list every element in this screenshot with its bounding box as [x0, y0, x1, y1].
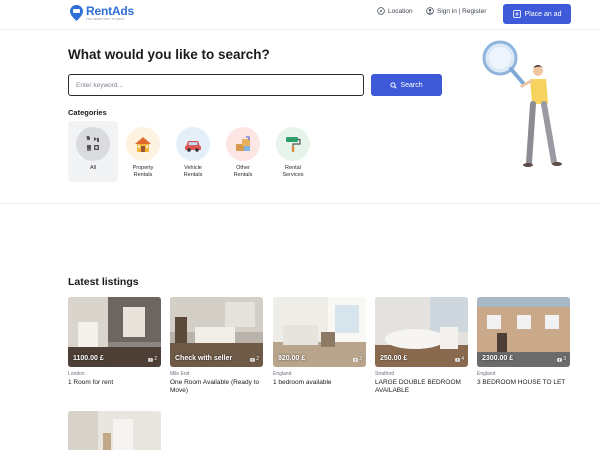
listing-location: Stratford: [375, 371, 395, 377]
listing-card[interactable]: [68, 411, 161, 450]
listing-photo[interactable]: Check with seller 2: [170, 297, 263, 367]
photo-count: 3: [557, 356, 566, 362]
listing-title[interactable]: One Room Available (Ready to Move): [170, 379, 263, 396]
listing-card[interactable]: Check with seller 2 Mile End One Room Av…: [170, 297, 263, 396]
listing-title[interactable]: 3 BEDROOM HOUSE TO LET: [477, 379, 570, 387]
listing-price: 250.00 £: [380, 355, 408, 362]
photo-count-value: 3: [563, 356, 566, 362]
listing-price: 1100.00 £: [73, 355, 104, 362]
category-services-label: Rental Services: [282, 165, 304, 179]
category-property-label: Property Rentals: [132, 165, 154, 179]
listing-photo[interactable]: [68, 411, 161, 450]
boxes-icon: [226, 127, 260, 161]
listing-title[interactable]: 1 Room for rent: [68, 379, 161, 387]
camera-icon: [455, 357, 460, 362]
listing-location: Mile End: [170, 371, 190, 377]
category-other-rentals[interactable]: Other Rentals: [218, 121, 268, 182]
camera-icon: [557, 357, 562, 362]
listing-title[interactable]: LARGE DOUBLE BEDROOM AVAILABLE: [375, 379, 468, 396]
photo-count: 2: [148, 356, 157, 362]
listing-location: England: [477, 371, 496, 377]
latest-listings-heading: Latest listings: [68, 276, 139, 288]
grid-icon: [76, 127, 110, 161]
listing-photo[interactable]: 1100.00 £ 2: [68, 297, 161, 367]
location-link[interactable]: Location: [377, 7, 413, 15]
camera-icon: [250, 357, 255, 362]
photo-count: 4: [455, 356, 464, 362]
car-icon: [176, 127, 210, 161]
compass-icon: [377, 7, 385, 15]
listing-price: 920.00 £: [278, 355, 306, 362]
search-person-illustration: [482, 40, 562, 167]
category-property-rentals[interactable]: Property Rentals: [118, 121, 168, 182]
listing-location: London: [68, 371, 85, 377]
listing-card[interactable]: 2300.00 £ 3 England 3 BEDROOM HOUSE TO L…: [477, 297, 570, 387]
listing-photo[interactable]: 920.00 £ 2: [273, 297, 366, 367]
top-header: RentAds THE SMART WAY TO RENT Location S…: [0, 0, 600, 30]
location-label: Location: [388, 7, 413, 15]
photo-count-value: 4: [461, 356, 464, 362]
house-icon: [126, 127, 160, 161]
category-vehicle-rentals[interactable]: Vehicle Rentals: [168, 121, 218, 182]
place-ad-button[interactable]: Place an ad: [503, 4, 571, 24]
search-icon: [390, 81, 398, 89]
listing-photo[interactable]: 2300.00 £ 3: [477, 297, 570, 367]
photo-count: 2: [353, 356, 362, 362]
user-icon: [426, 7, 434, 15]
listing-title[interactable]: 1 bedroom available: [273, 379, 366, 387]
plus-square-icon: [512, 10, 521, 18]
signin-label: Sign in | Register: [437, 7, 487, 15]
logo-tagline: THE SMART WAY TO RENT: [86, 17, 125, 21]
place-ad-label: Place an ad: [524, 10, 562, 18]
listing-price: 2300.00 £: [482, 355, 514, 362]
photo-count: 2: [250, 356, 259, 362]
search-input[interactable]: [68, 74, 364, 96]
photo-count-value: 2: [359, 356, 362, 362]
listing-photo[interactable]: 250.00 £ 4: [375, 297, 468, 367]
signin-register-link[interactable]: Sign in | Register: [426, 7, 486, 15]
search-headline: What would you like to search?: [68, 47, 270, 62]
listing-card[interactable]: 920.00 £ 2 England 1 bedroom available: [273, 297, 366, 387]
paint-roller-icon: [276, 127, 310, 161]
category-all-label: All: [89, 165, 97, 171]
photo-count-value: 2: [256, 356, 259, 362]
category-list: All Property Rentals Vehicle Rentals Oth…: [68, 121, 318, 182]
listing-card[interactable]: 250.00 £ 4 Stratford LARGE DOUBLE BEDROO…: [375, 297, 468, 396]
logo-name: RentAds: [86, 4, 134, 18]
listing-card[interactable]: 1100.00 £ 2 London 1 Room for rent: [68, 297, 161, 387]
category-other-label: Other Rentals: [233, 165, 253, 179]
logo[interactable]: RentAds THE SMART WAY TO RENT: [70, 5, 134, 21]
categories-heading: Categories: [68, 108, 107, 117]
camera-icon: [353, 357, 358, 362]
section-divider: [0, 203, 600, 204]
category-all[interactable]: All: [68, 121, 118, 182]
photo-count-value: 2: [154, 356, 157, 362]
listing-price: Check with seller: [175, 355, 233, 362]
logo-pin-icon: [70, 5, 83, 21]
search-button[interactable]: Search: [371, 74, 442, 96]
listing-location: England: [273, 371, 292, 377]
camera-icon: [148, 357, 153, 362]
category-rental-services[interactable]: Rental Services: [268, 121, 318, 182]
category-vehicle-label: Vehicle Rentals: [183, 165, 203, 179]
search-button-label: Search: [400, 81, 423, 89]
